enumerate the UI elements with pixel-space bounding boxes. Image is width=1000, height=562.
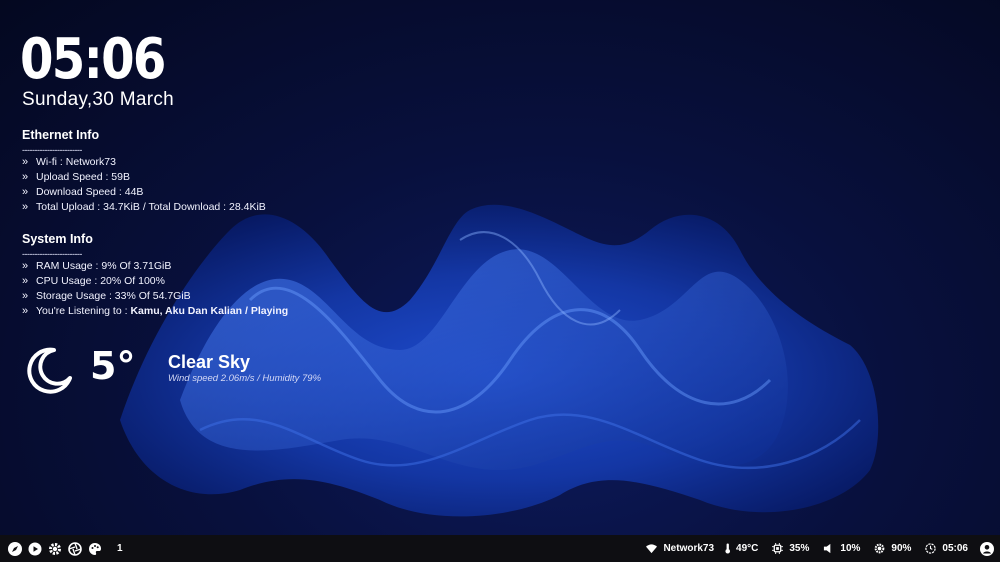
taskbar-time: 05:06 [942, 543, 968, 554]
clock-status[interactable]: 05:06 [925, 543, 968, 554]
moon-icon [27, 347, 72, 394]
rocket-icon[interactable] [7, 541, 23, 557]
system-divider: ------------------------ [22, 249, 82, 259]
system-cpu-usage: » CPU Usage : 20% Of 100% [22, 275, 165, 287]
weather-temperature: 5° [90, 344, 136, 388]
volume-status[interactable]: 10% [823, 543, 860, 554]
thermometer-icon [725, 543, 731, 554]
ethernet-totals: » Total Upload : 34.7KiB / Total Download… [22, 201, 266, 213]
brightness-value: 90% [891, 543, 912, 554]
wifi-icon [646, 544, 658, 554]
clock-icon [925, 543, 937, 554]
palette-icon[interactable] [87, 541, 103, 557]
play-icon[interactable] [27, 541, 43, 557]
taskbar: 1 Network73 49°C 35% 10% 90% 05:06 [0, 535, 1000, 562]
system-storage-usage: » Storage Usage : 33% Of 54.7GiB [22, 290, 191, 302]
temperature-value: 49°C [736, 543, 759, 554]
system-info-panel: System Info ------------------------ » RA… [22, 232, 288, 319]
now-playing-track: Kamu, Aku Dan Kalian / Playing [130, 305, 289, 317]
system-ram-usage: » RAM Usage : 9% Of 3.71GiB [22, 260, 172, 272]
brightness-icon [875, 543, 885, 554]
ethernet-info-title: Ethernet Info [22, 128, 100, 142]
weather-details: Wind speed 2.06m/s / Humidity 79% [168, 373, 322, 384]
chevron-right-icon: » [22, 186, 29, 198]
chevron-right-icon: » [22, 171, 29, 183]
system-now-playing: » You're Listening to : Kamu, Aku Dan Kal… [22, 305, 289, 317]
gear-icon[interactable] [47, 541, 63, 557]
workspace-indicator[interactable]: 1 [117, 543, 123, 554]
chevron-right-icon: » [22, 290, 29, 302]
chevron-right-icon: » [22, 156, 29, 168]
volume-icon [824, 543, 831, 554]
brightness-status[interactable]: 90% [874, 543, 911, 554]
ethernet-divider: ------------------------ [22, 145, 82, 155]
network-status[interactable]: Network73 [646, 543, 714, 554]
chevron-right-icon: » [22, 260, 29, 272]
clock-date: Sunday,30 March [22, 89, 175, 110]
cpu-value: 35% [789, 543, 810, 554]
ethernet-wifi: » Wi-fi : Network73 [22, 156, 116, 168]
system-info-title: System Info [22, 232, 93, 246]
network-name: Network73 [663, 543, 715, 554]
ethernet-info-panel: Ethernet Info ------------------------ »… [22, 128, 266, 215]
temperature-status[interactable]: 49°C [722, 543, 758, 554]
aperture-icon[interactable] [67, 541, 83, 557]
cpu-icon [772, 543, 784, 554]
ethernet-download-speed: » Download Speed : 44B [22, 186, 144, 198]
chevron-right-icon: » [22, 305, 29, 317]
clock-time: 05:06 [20, 27, 166, 92]
volume-value: 10% [840, 543, 861, 554]
cpu-status[interactable]: 35% [772, 543, 809, 554]
weather-condition: Clear Sky [168, 352, 251, 372]
chevron-right-icon: » [22, 275, 29, 287]
user-avatar-icon[interactable] [980, 541, 994, 556]
ethernet-upload-speed: » Upload Speed : 59B [22, 171, 130, 183]
chevron-right-icon: » [22, 201, 29, 213]
